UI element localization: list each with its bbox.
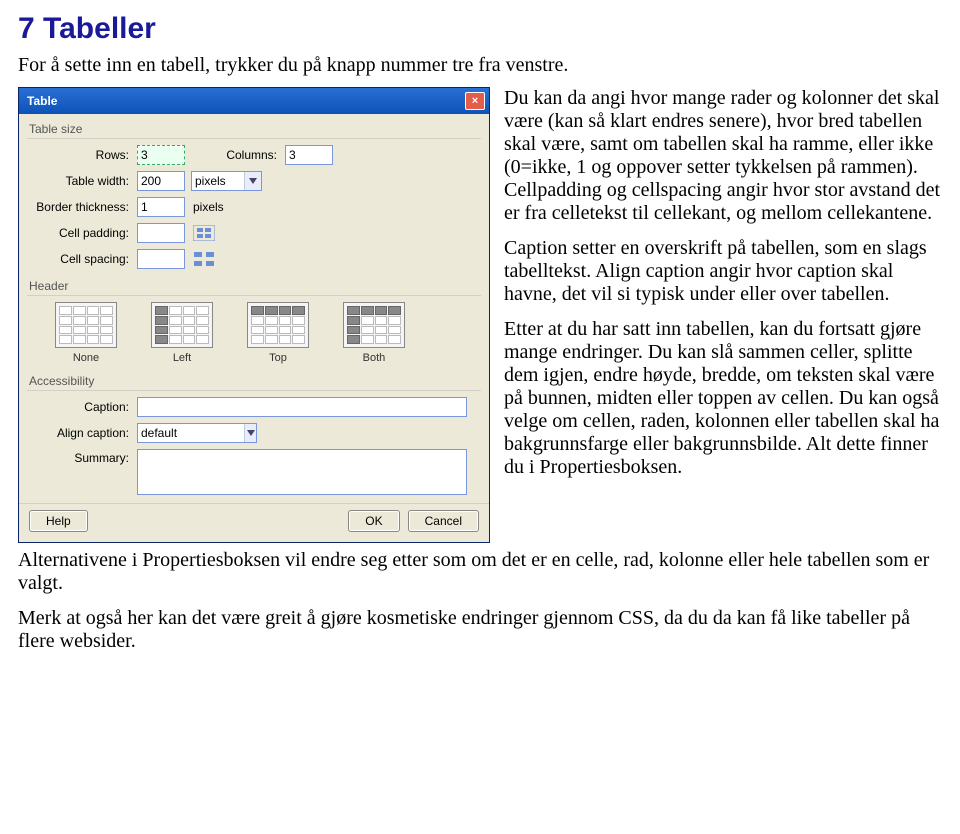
align-caption-label: Align caption: xyxy=(27,426,137,440)
close-button[interactable]: × xyxy=(465,92,485,110)
ok-button[interactable]: OK xyxy=(348,510,399,532)
header-thumb-both xyxy=(343,302,405,348)
paragraph-4: Alternativene i Propertiesboksen vil end… xyxy=(18,549,942,595)
header-option-left[interactable]: Left xyxy=(147,302,217,364)
columns-input[interactable] xyxy=(285,145,333,165)
caption-input[interactable] xyxy=(137,397,467,417)
intro-paragraph: For å sette inn en tabell, trykker du på… xyxy=(18,54,942,77)
header-thumb-left xyxy=(151,302,213,348)
width-unit-value[interactable] xyxy=(192,172,244,190)
table-dialog: Table × Table size Rows: Columns: Table xyxy=(18,87,490,543)
header-label-left: Left xyxy=(173,352,191,364)
group-label-access: Accessibility xyxy=(27,372,481,390)
table-width-input[interactable] xyxy=(137,171,185,191)
table-width-label: Table width: xyxy=(27,174,137,188)
header-label-none: None xyxy=(73,352,99,364)
header-label-top: Top xyxy=(269,352,287,364)
summary-input[interactable] xyxy=(137,449,467,495)
spacing-icon xyxy=(191,249,217,269)
width-unit-select[interactable] xyxy=(191,171,262,191)
group-header: Header None xyxy=(27,277,481,364)
border-label: Border thickness: xyxy=(27,200,137,214)
border-input[interactable] xyxy=(137,197,185,217)
align-caption-select[interactable] xyxy=(137,423,257,443)
chevron-down-icon xyxy=(244,172,261,190)
help-button[interactable]: Help xyxy=(29,510,88,532)
columns-label: Columns: xyxy=(215,148,285,162)
group-label-header: Header xyxy=(27,277,481,295)
dialog-title: Table xyxy=(27,94,57,108)
padding-label: Cell padding: xyxy=(27,226,137,240)
group-accessibility: Accessibility Caption: Align caption: xyxy=(27,372,481,495)
group-table-size: Table size Rows: Columns: Table width: xyxy=(27,120,481,269)
header-label-both: Both xyxy=(363,352,386,364)
summary-label: Summary: xyxy=(27,449,137,465)
rows-label: Rows: xyxy=(27,148,137,162)
dialog-buttons: Help OK Cancel xyxy=(19,503,489,534)
titlebar: Table × xyxy=(19,88,489,114)
header-thumb-none xyxy=(55,302,117,348)
group-label-size: Table size xyxy=(27,120,481,138)
rows-input[interactable] xyxy=(137,145,185,165)
close-icon: × xyxy=(472,96,478,107)
padding-input[interactable] xyxy=(137,223,185,243)
cancel-button[interactable]: Cancel xyxy=(408,510,479,532)
caption-label: Caption: xyxy=(27,400,137,414)
align-caption-value[interactable] xyxy=(138,424,244,442)
border-unit: pixels xyxy=(193,200,224,214)
header-thumb-top xyxy=(247,302,309,348)
paragraph-5: Merk at også her kan det være greit å gj… xyxy=(18,607,942,653)
spacing-input[interactable] xyxy=(137,249,185,269)
header-option-none[interactable]: None xyxy=(51,302,121,364)
header-option-top[interactable]: Top xyxy=(243,302,313,364)
header-option-both[interactable]: Both xyxy=(339,302,409,364)
page-heading: 7 Tabeller xyxy=(18,12,942,46)
spacing-label: Cell spacing: xyxy=(27,252,137,266)
chevron-down-icon xyxy=(244,424,256,442)
padding-icon xyxy=(191,223,217,243)
